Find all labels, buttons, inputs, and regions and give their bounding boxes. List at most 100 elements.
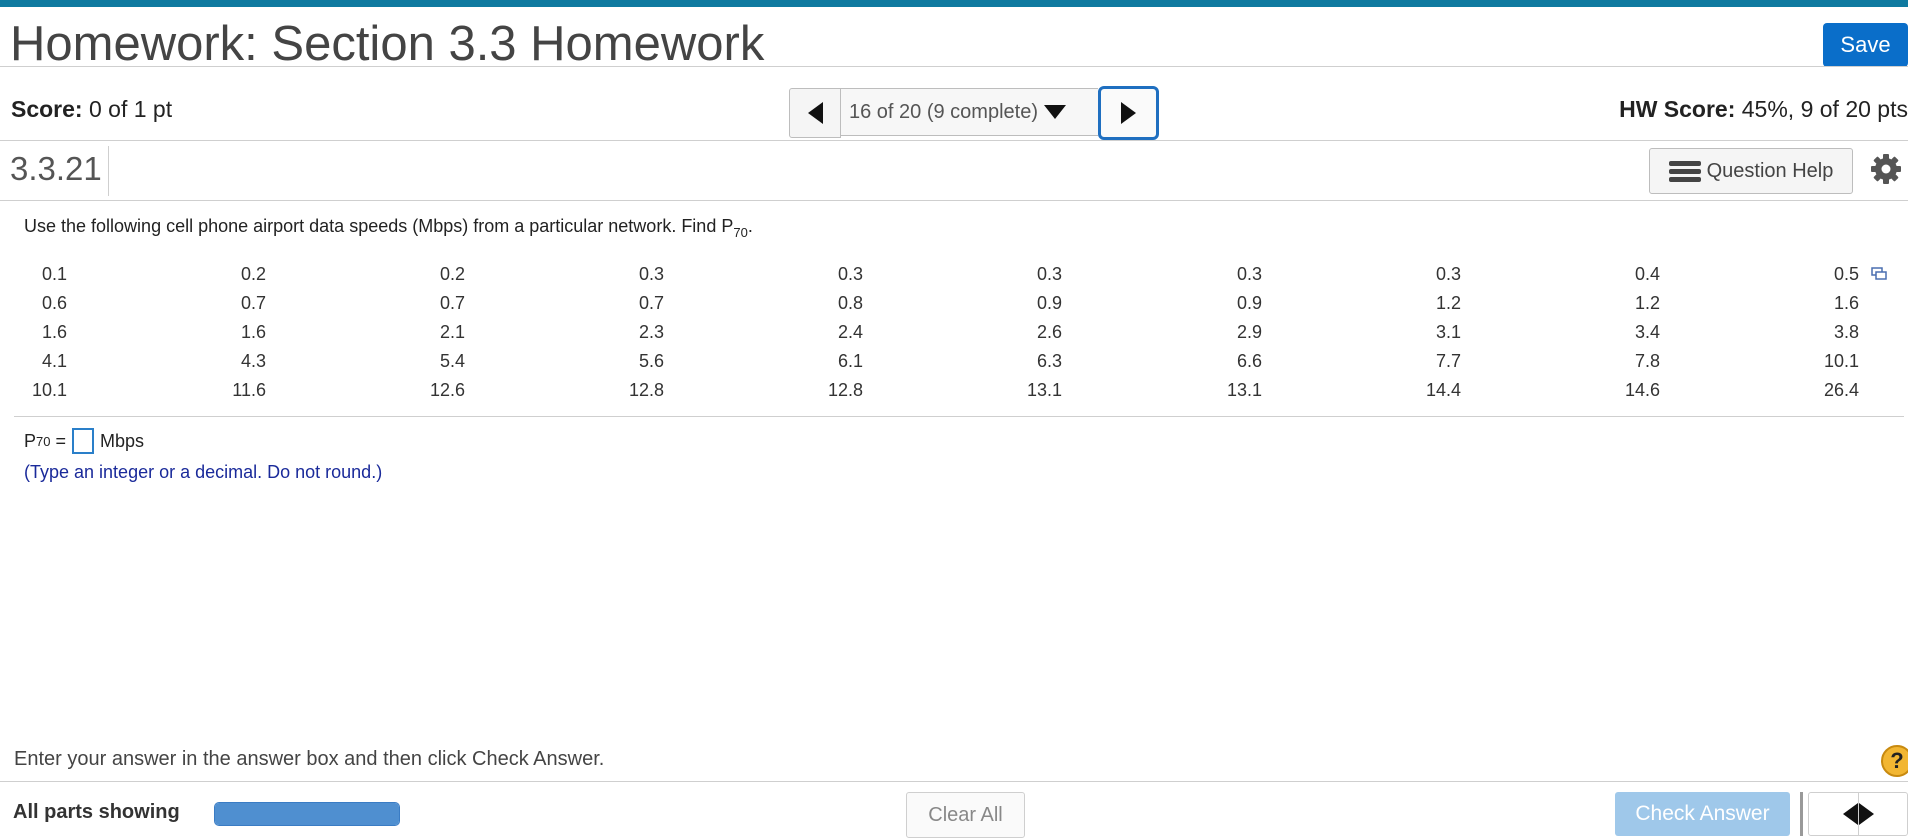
- data-cell: 0.7: [439, 293, 465, 313]
- data-cell: 0.6: [41, 293, 67, 313]
- data-cell: 6.1: [837, 351, 863, 371]
- data-cell: 14.4: [1425, 380, 1461, 400]
- data-cell: 0.2: [240, 264, 266, 284]
- next-question-button[interactable]: [1858, 793, 1908, 835]
- data-cell: 0.9: [1036, 293, 1062, 313]
- question-selector-dropdown[interactable]: 16 of 20 (9 complete): [841, 88, 1098, 136]
- question-number: 3.3.21: [10, 150, 102, 187]
- check-answer-button[interactable]: Check Answer: [1615, 792, 1790, 836]
- question-text: Use the following cell phone airport dat…: [24, 216, 753, 240]
- data-cell: 1.6: [1833, 293, 1859, 313]
- data-cell: 26.4: [1823, 380, 1859, 400]
- data-cell: 0.7: [638, 293, 664, 313]
- parts-status: All parts showing: [13, 801, 180, 823]
- hw-score-value: 45%, 9 of 20 pts: [1741, 96, 1908, 122]
- data-cell: 12.6: [429, 380, 465, 400]
- data-cell: 10.1: [1823, 351, 1859, 371]
- data-cell: 7.8: [1634, 351, 1660, 371]
- answer-unit: Mbps: [100, 430, 145, 451]
- data-cell: 3.4: [1634, 322, 1660, 342]
- arrow-left-icon: [807, 102, 823, 124]
- list-icon: [1668, 160, 1701, 182]
- divider: [0, 66, 1908, 67]
- help-icon[interactable]: ?: [1881, 745, 1908, 777]
- data-table: 0.1 0.2 0.2 0.3 0.3 0.3 0.3 0.3 0.4 0.5 0.6 0.7 0.7 0…: [20, 260, 1859, 405]
- data-cell: 7.7: [1435, 351, 1461, 371]
- data-cell: 0.3: [638, 264, 664, 284]
- progress-bar: [214, 802, 400, 826]
- data-cell: 0.3: [1236, 264, 1262, 284]
- data-cell: 1.2: [1435, 293, 1461, 313]
- data-cell: 0.2: [439, 264, 465, 284]
- data-cell: 4.3: [240, 351, 266, 371]
- hw-score-label: HW Score:: [1619, 96, 1736, 122]
- data-cell: 2.4: [837, 322, 863, 342]
- data-cell: 0.4: [1634, 264, 1660, 284]
- data-cell: 5.4: [439, 351, 465, 371]
- arrow-right-icon: [1858, 803, 1908, 825]
- question-help-button[interactable]: Question Help: [1649, 148, 1853, 194]
- equals-sign: =: [55, 430, 67, 451]
- page-title: Homework: Section 3.3 Homework: [10, 17, 765, 71]
- data-cell: 0.9: [1236, 293, 1262, 313]
- data-cell: 0.5: [1833, 264, 1859, 284]
- data-cell: 0.7: [240, 293, 266, 313]
- data-cell: 13.1: [1226, 380, 1262, 400]
- bottom-navigator: [1808, 792, 1908, 836]
- next-question-button[interactable]: [1098, 86, 1159, 140]
- data-row: 0.6 0.7 0.7 0.7 0.8 0.9 0.9 1.2 1.2 1.6: [20, 289, 1859, 318]
- divider: [0, 200, 1908, 201]
- answer-input[interactable]: [72, 428, 95, 454]
- data-row: 0.1 0.2 0.2 0.3 0.3 0.3 0.3 0.3 0.4 0.5: [20, 260, 1859, 289]
- answer-hint: (Type an integer or a decimal. Do not ro…: [24, 462, 383, 482]
- data-cell: 14.6: [1624, 380, 1660, 400]
- previous-question-button[interactable]: [789, 88, 841, 138]
- previous-question-button[interactable]: [1809, 793, 1859, 835]
- percentile-subscript: 70: [733, 225, 748, 240]
- data-cell: 1.6: [240, 322, 266, 342]
- score: Score: 0 of 1 pt: [11, 96, 172, 123]
- question-help-label: Question Help: [1706, 159, 1834, 182]
- divider: [0, 140, 1908, 141]
- data-cell: 0.3: [1435, 264, 1461, 284]
- score-label: Score:: [11, 96, 83, 122]
- data-cell: 0.1: [41, 264, 67, 284]
- divider: [0, 781, 1908, 782]
- popout-icon[interactable]: [1871, 267, 1887, 280]
- gear-icon[interactable]: [1870, 153, 1902, 185]
- progress-bar-fill: [215, 803, 399, 825]
- question-text-main: Use the following cell phone airport dat…: [24, 216, 734, 236]
- data-cell: 12.8: [827, 380, 863, 400]
- data-cell: 3.1: [1435, 322, 1461, 342]
- data-cell: 2.3: [638, 322, 664, 342]
- arrow-left-icon: [1809, 803, 1858, 825]
- data-cell: 5.6: [638, 351, 664, 371]
- data-cell: 6.6: [1236, 351, 1262, 371]
- data-cell: 0.3: [837, 264, 863, 284]
- top-accent-bar: [0, 0, 1908, 7]
- caret-down-icon: [1044, 105, 1066, 119]
- data-cell: 10.1: [31, 380, 67, 400]
- data-row: 10.1 11.6 12.6 12.8 12.8 13.1 13.1 14.4 14.6 26.4: [20, 376, 1859, 405]
- clear-all-button[interactable]: Clear All: [906, 792, 1025, 838]
- data-cell: 0.8: [837, 293, 863, 313]
- data-cell: 0.3: [1036, 264, 1062, 284]
- divider: [14, 416, 1904, 417]
- save-button[interactable]: Save: [1823, 23, 1908, 67]
- score-value: 0 of 1 pt: [88, 96, 173, 122]
- hw-score: HW Score: 45%, 9 of 20 pts: [1619, 96, 1908, 123]
- data-cell: 12.8: [628, 380, 664, 400]
- data-cell: 2.6: [1036, 322, 1062, 342]
- data-cell: 1.2: [1634, 293, 1660, 313]
- data-cell: 4.1: [41, 351, 67, 371]
- answer-label: P: [24, 430, 37, 451]
- data-cell: 2.9: [1236, 322, 1262, 342]
- answer-subscript: 70: [36, 433, 51, 449]
- data-cell: 13.1: [1026, 380, 1062, 400]
- answer-row: P 70 = Mbps: [24, 428, 144, 454]
- question-position: 16 of 20 (9 complete): [849, 100, 1038, 123]
- divider: [1800, 792, 1803, 836]
- data-cell: 2.1: [439, 322, 465, 342]
- data-cell: 3.8: [1833, 322, 1859, 342]
- data-row: 4.1 4.3 5.4 5.6 6.1 6.3 6.6 7.7 7.8 10.1: [20, 347, 1859, 376]
